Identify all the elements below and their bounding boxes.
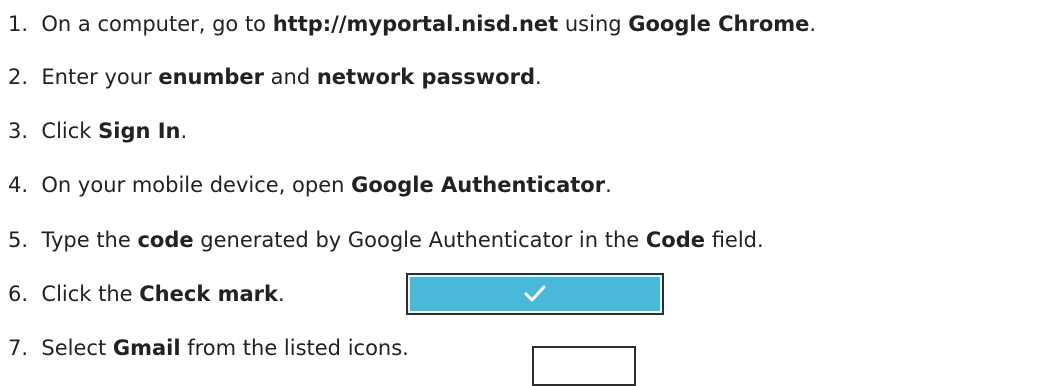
check-mark-term: Check mark	[139, 282, 278, 306]
step-5: 5. Type the code generated by Google Aut…	[8, 226, 764, 254]
gmail-term: Gmail	[112, 336, 181, 360]
step-number: 6.	[8, 282, 29, 306]
step-1: 1. On a computer, go to http://myportal.…	[8, 10, 816, 38]
step-text: and	[264, 65, 317, 89]
authenticator-term: Google Authenticator	[351, 173, 606, 197]
enumber-term: enumber	[158, 65, 264, 89]
step-text: field.	[705, 228, 764, 252]
check-mark-button-screenshot	[406, 273, 664, 315]
step-number: 1.	[8, 12, 29, 36]
step-text: .	[534, 65, 542, 89]
step-text: .	[277, 282, 285, 306]
step-number: 4.	[8, 173, 29, 197]
password-term: network password	[316, 65, 535, 89]
step-6: 6. Click the Check mark.	[8, 280, 285, 308]
step-4: 4. On your mobile device, open Google Au…	[8, 171, 612, 199]
check-icon	[524, 285, 546, 302]
step-text: .	[605, 173, 612, 197]
code-term: code	[137, 228, 194, 252]
step-3: 3. Click Sign In.	[8, 117, 187, 145]
step-number: 7.	[8, 336, 29, 360]
step-7: 7. Select Gmail from the listed icons.	[8, 334, 409, 362]
step-text: Select	[41, 336, 113, 360]
step-number: 2.	[8, 65, 29, 89]
step-text: from the listed icons.	[180, 336, 409, 360]
browser-name: Google Chrome	[628, 12, 810, 36]
step-text: generated by Google Authenticator in the	[193, 228, 646, 252]
code-field-term: Code	[645, 228, 706, 252]
step-text: using	[558, 12, 629, 36]
step-2: 2. Enter your enumber and network passwo…	[8, 63, 542, 91]
step-text: .	[180, 119, 188, 143]
step-text: On a computer, go to	[41, 12, 273, 36]
step-text: Click	[41, 119, 99, 143]
gmail-icon	[532, 346, 636, 386]
step-text: On your mobile device, open	[41, 173, 352, 197]
step-text: Click the	[41, 282, 140, 306]
portal-url: http://myportal.nisd.net	[272, 12, 559, 36]
step-text: .	[809, 12, 817, 36]
sign-in-term: Sign In	[98, 119, 181, 143]
step-text: Type the	[41, 228, 138, 252]
step-number: 3.	[8, 119, 29, 143]
step-text: Enter your	[41, 65, 159, 89]
step-number: 5.	[8, 228, 29, 252]
